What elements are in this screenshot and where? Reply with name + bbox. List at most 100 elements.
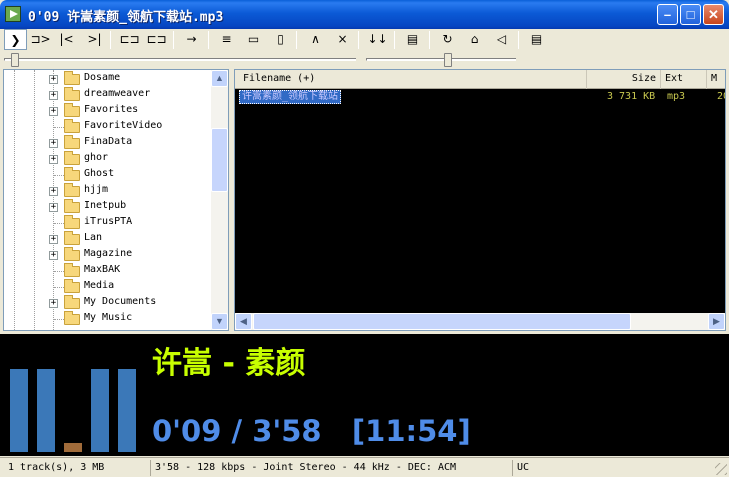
- volume-slider-thumb[interactable]: [444, 53, 453, 67]
- next-button[interactable]: >|: [83, 29, 106, 50]
- song-title: 许嵩 - 素颜: [152, 346, 306, 381]
- tree-item-label: Dosame: [84, 72, 121, 83]
- status-track-info: 3'58 - 128 kbps - Joint Stereo - 44 kHz …: [150, 460, 508, 476]
- tree-vertical-scrollbar[interactable]: ▲ ▼: [211, 70, 228, 330]
- window-title: 0'09 许嵩素颜_领航下载站.mp3: [28, 10, 224, 25]
- tree-item[interactable]: Ghost: [4, 167, 214, 183]
- minimize-button[interactable]: –: [657, 4, 678, 25]
- seek-slider-thumb[interactable]: [10, 53, 19, 67]
- expand-plus-icon[interactable]: +: [49, 299, 58, 308]
- scroll-left-icon[interactable]: ◀: [235, 313, 252, 330]
- scroll-up-icon[interactable]: ▲: [211, 70, 228, 87]
- tree-item[interactable]: + FinaData: [4, 135, 214, 151]
- volume-button[interactable]: ◁: [490, 29, 513, 50]
- sort-button[interactable]: ↓↓: [366, 29, 389, 50]
- panel-button[interactable]: ▯: [269, 29, 292, 50]
- play-button[interactable]: ❯: [4, 29, 27, 50]
- status-tracks: 1 track(s), 3 MB: [8, 462, 105, 473]
- tree-item-label: hjjm: [84, 184, 109, 195]
- home-button[interactable]: ⌂: [463, 29, 486, 50]
- seek-track[interactable]: [4, 58, 356, 61]
- folder-icon: [64, 87, 80, 101]
- scroll-down-icon[interactable]: ▼: [211, 313, 228, 330]
- tree-item-label: ghor: [84, 152, 109, 163]
- previous-button[interactable]: |<: [55, 29, 78, 50]
- tree-scroll-thumb[interactable]: [211, 128, 228, 192]
- tree-item[interactable]: + ghor: [4, 151, 214, 167]
- expand-plus-icon[interactable]: +: [49, 235, 58, 244]
- tree-connector: [54, 175, 64, 176]
- pause-play-button[interactable]: ⊐>: [29, 29, 52, 50]
- minimize-view-button[interactable]: ▭: [242, 29, 265, 50]
- toolbar-separator: [518, 31, 519, 49]
- file-name-cell[interactable]: 许嵩素颜_领航下载站: [239, 90, 342, 104]
- tree-item[interactable]: + Dosame: [4, 71, 214, 87]
- tree-item[interactable]: MaxBAK: [4, 263, 214, 279]
- folder-icon: [64, 135, 80, 149]
- file-list-header: Filename (+) Size Ext M: [235, 70, 725, 89]
- expand-plus-icon[interactable]: +: [49, 107, 58, 116]
- tree-item[interactable]: + Magazine: [4, 247, 214, 263]
- table-row[interactable]: 许嵩素颜_领航下载站 3 731 KB mp3 20: [235, 90, 725, 104]
- tree-item-label: dreamweaver: [84, 88, 151, 99]
- file-list-scroll-thumb[interactable]: [253, 313, 631, 330]
- tree-item[interactable]: + hjjm: [4, 183, 214, 199]
- tree-item[interactable]: My Music: [4, 311, 214, 327]
- folder-icon: [64, 311, 80, 325]
- status-bar: 1 track(s), 3 MB 3'58 - 128 kbps - Joint…: [0, 457, 729, 477]
- toolbar-separator: [429, 31, 430, 49]
- column-extra[interactable]: M: [707, 70, 725, 89]
- tree-item[interactable]: + Lan: [4, 231, 214, 247]
- file-list-horizontal-scrollbar[interactable]: ◀ ▶: [235, 313, 725, 330]
- column-ext[interactable]: Ext: [661, 70, 707, 89]
- select-button[interactable]: ≡: [215, 29, 238, 50]
- file-list[interactable]: Filename (+) Size Ext M 许嵩素颜_领航下载站 3 731…: [234, 69, 726, 331]
- scroll-right-icon[interactable]: ▶: [708, 313, 725, 330]
- expand-plus-icon[interactable]: +: [49, 155, 58, 164]
- expand-plus-icon[interactable]: +: [49, 187, 58, 196]
- tree-item[interactable]: FavoriteVideo: [4, 119, 214, 135]
- maximize-button[interactable]: □: [680, 4, 701, 25]
- file-ext-cell: mp3: [667, 91, 686, 102]
- file-extra-cell: 20: [717, 91, 725, 102]
- close-button[interactable]: ✕: [703, 4, 724, 25]
- column-size[interactable]: Size: [587, 70, 661, 89]
- expand-plus-icon[interactable]: +: [49, 75, 58, 84]
- column-filename[interactable]: Filename (+): [239, 70, 587, 89]
- properties-button[interactable]: ▤: [525, 29, 548, 50]
- folder-tree[interactable]: + Dosame + dreamweaver + Favorites FavoriteVid…: [3, 69, 229, 331]
- app-icon[interactable]: [5, 6, 21, 22]
- tree-item[interactable]: + My Documents: [4, 295, 214, 311]
- expand-plus-icon[interactable]: +: [49, 251, 58, 260]
- tree-item-label: FinaData: [84, 136, 133, 147]
- tree-connector: [54, 271, 64, 272]
- layout-button[interactable]: ▤: [401, 29, 424, 50]
- open-folder-button[interactable]: ⊏⊐: [145, 29, 168, 50]
- open-file-button[interactable]: ⊏⊐: [118, 29, 141, 50]
- resize-grip-icon[interactable]: [715, 463, 727, 475]
- tree-item-label: My Music: [84, 312, 133, 323]
- title-bar[interactable]: 0'09 许嵩素颜_领航下载站.mp3 – □ ✕: [0, 0, 729, 29]
- tree-item[interactable]: iTrusPTA: [4, 215, 214, 231]
- tree-item-label: Favorites: [84, 104, 139, 115]
- expand-plus-icon[interactable]: +: [49, 139, 58, 148]
- expand-plus-icon[interactable]: +: [49, 91, 58, 100]
- tree-item[interactable]: + Inetpub: [4, 199, 214, 215]
- folder-icon: [64, 71, 80, 85]
- add-button[interactable]: →: [180, 29, 203, 50]
- up-button[interactable]: ∧: [304, 29, 327, 50]
- tree-item[interactable]: Media: [4, 279, 214, 295]
- expand-plus-icon[interactable]: +: [49, 203, 58, 212]
- remove-button[interactable]: ×: [331, 29, 354, 50]
- toolbar: ❯ ⊐> |< >| ⊏⊐ ⊏⊐ → ≡ ▭ ▯ ∧ × ↓↓ ▤ ↻ ⌂ ◁ …: [0, 29, 729, 52]
- tree-item-label: MaxBAK: [84, 264, 121, 275]
- spectrum-bar: [37, 369, 55, 452]
- folder-icon: [64, 215, 80, 229]
- tree-item[interactable]: + Favorites: [4, 103, 214, 119]
- tree-item-label: My Documents: [84, 296, 157, 307]
- tree-item[interactable]: + dreamweaver: [4, 87, 214, 103]
- volume-track[interactable]: [366, 58, 516, 61]
- tree-connector: [54, 287, 64, 288]
- toolbar-separator: [110, 31, 111, 49]
- refresh-button[interactable]: ↻: [436, 29, 459, 50]
